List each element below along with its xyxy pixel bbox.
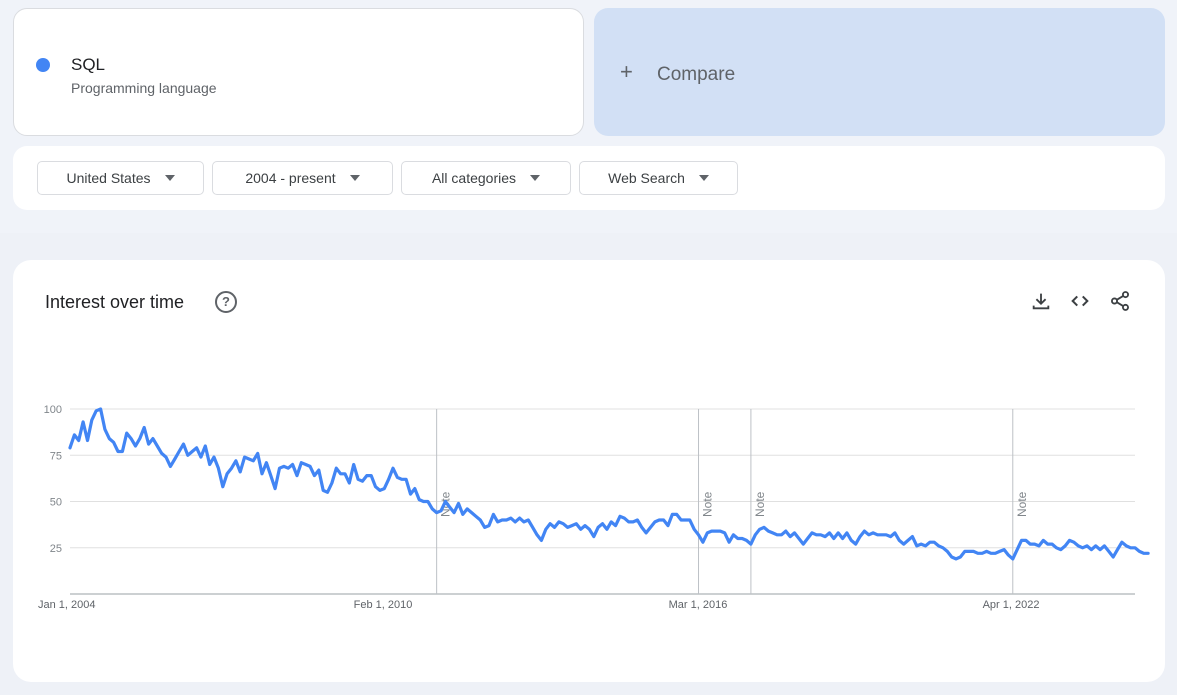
search-type-filter-label: Web Search	[608, 170, 685, 186]
note-label: Note	[753, 491, 767, 517]
x-tick-label: Mar 1, 2016	[669, 599, 728, 611]
time-range-filter-label: 2004 - present	[245, 170, 336, 186]
category-filter-label: All categories	[431, 170, 517, 186]
note-label: Note	[701, 491, 715, 517]
caret-down-icon	[530, 175, 541, 181]
location-filter-label: United States	[66, 170, 151, 186]
compare-label: Compare	[657, 64, 736, 85]
y-tick-label: 25	[50, 543, 62, 555]
time-range-filter[interactable]: 2004 - present	[212, 161, 393, 195]
caret-down-icon	[164, 175, 175, 181]
y-tick-label: 50	[50, 497, 62, 509]
search-type-filter[interactable]: Web Search	[579, 161, 738, 195]
y-tick-label: 100	[44, 404, 62, 416]
category-filter[interactable]: All categories	[401, 161, 571, 195]
x-tick-label: Apr 1, 2022	[983, 599, 1040, 611]
term-color-dot	[36, 58, 50, 72]
x-tick-label: Jan 1, 2004	[38, 599, 96, 611]
filter-bar: United States 2004 - present All categor…	[13, 146, 1165, 210]
plus-icon: +	[620, 59, 633, 84]
interest-line-chart: 25 50 75 100 Jan 1, 2004 Feb 1, 2010 Mar 1, 20…	[38, 404, 1150, 611]
location-filter[interactable]: United States	[37, 161, 204, 195]
x-tick-label: Feb 1, 2010	[354, 599, 413, 611]
y-tick-label: 75	[50, 450, 62, 462]
term-subtitle: Programming language	[71, 80, 217, 96]
note-label: Note	[1015, 491, 1029, 517]
search-term-card[interactable]: SQL Programming language	[13, 8, 584, 136]
series-line-sql	[68, 407, 1150, 561]
compare-button[interactable]: + Compare	[594, 8, 1165, 136]
caret-down-icon	[349, 175, 360, 181]
caret-down-icon	[698, 175, 709, 181]
interest-over-time-card: Interest over time ? 25 50 75 100 Jan 1, 200…	[13, 260, 1165, 682]
term-name: SQL	[71, 55, 106, 74]
